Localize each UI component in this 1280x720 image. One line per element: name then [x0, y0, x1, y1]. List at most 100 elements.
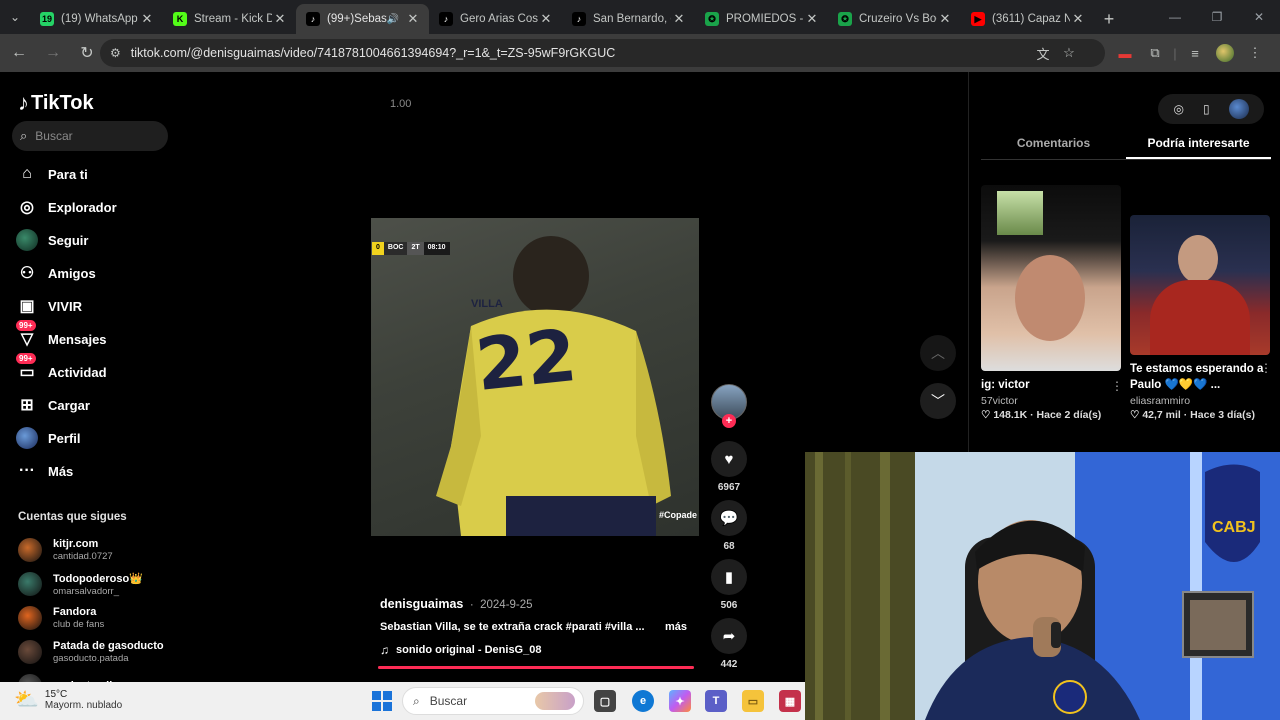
following-account[interactable]: Fandora club de fans — [18, 603, 104, 633]
author-username[interactable]: denisguaimas — [380, 597, 463, 611]
extension-red-icon[interactable]: ▬ — [1110, 38, 1140, 68]
next-video-arrow-icon[interactable]: ﹀ — [920, 383, 956, 419]
translate-icon[interactable]: 文 — [1030, 39, 1056, 67]
following-account[interactable]: kitjr.com cantidad.0727 — [18, 535, 113, 565]
scorebug: 0 BOC 2T 08:10 — [372, 242, 450, 255]
card-more-icon[interactable]: ⋮ — [1260, 361, 1272, 375]
search-input[interactable]: ⌕ Buscar — [12, 121, 168, 151]
sidebar-item-activity[interactable]: ▭ 99+ Actividad — [16, 353, 107, 384]
close-tab-icon[interactable]: ✕ — [272, 11, 288, 27]
browser-tab[interactable]: ✪ PROMIEDOS - Fu✕ — [695, 4, 828, 34]
like-action[interactable]: ♥ 6967 — [711, 441, 747, 493]
sidebar-item-messages[interactable]: ▽ 99+ Mensajes — [16, 320, 107, 351]
promiedos-icon: ✪ — [838, 12, 852, 26]
card-author[interactable]: 57victor — [981, 395, 1121, 407]
site-info-icon[interactable]: ⚙ — [110, 46, 121, 60]
browser-tab[interactable]: K Stream - Kick Da✕ — [163, 4, 296, 34]
following-account[interactable]: Patada de gasoducto gasoducto.patada — [18, 637, 164, 667]
right-top-icons: ◎ ▯ — [1158, 94, 1264, 124]
playback-speed[interactable]: 1.00 — [390, 98, 411, 110]
whatsapp-icon: 19 — [40, 12, 54, 26]
close-tab-icon[interactable]: ✕ — [1070, 11, 1086, 27]
share-action[interactable]: ➦ 442 — [711, 618, 747, 670]
user-avatar[interactable] — [1228, 99, 1249, 119]
close-window-icon[interactable]: ✕ — [1238, 0, 1280, 34]
close-tab-icon[interactable]: ✕ — [139, 11, 155, 27]
post-date: 2024-9-25 — [480, 599, 533, 611]
share-icon[interactable]: ➦ — [711, 618, 747, 654]
media-control-icon[interactable]: ≡ — [1180, 38, 1210, 68]
recommended-card[interactable]: Te estamos esperando a Paulo 💙💛💙 ... ⋮ e… — [1130, 215, 1272, 421]
heart-icon[interactable]: ♥ — [711, 441, 747, 477]
tab-podria-interesarte[interactable]: Podría interesarte — [1126, 132, 1271, 159]
previous-video-arrow-icon[interactable]: ︿ — [920, 335, 956, 371]
new-tab-button[interactable]: + — [1094, 4, 1124, 34]
tiktok-logo[interactable]: ♪ TikTok — [18, 90, 94, 116]
follow-plus-icon[interactable]: + — [722, 414, 736, 428]
browser-menu-icon[interactable]: ⋮ — [1240, 38, 1270, 68]
sidebar-item-more[interactable]: ··· Más — [16, 459, 73, 483]
taskbar-search-input[interactable]: ⌕ Buscar — [402, 687, 584, 715]
browser-tab[interactable]: ▶ (3611) Capaz Ne✕ — [961, 4, 1094, 34]
tab-comentarios[interactable]: Comentarios — [981, 132, 1126, 159]
close-tab-icon[interactable]: ✕ — [538, 11, 554, 27]
close-tab-icon[interactable]: ✕ — [804, 11, 820, 27]
sidebar-item-following-avatar[interactable]: Seguir — [16, 228, 88, 252]
youtube-icon: ▶ — [971, 12, 985, 26]
bookmark-icon[interactable]: ▮ — [711, 559, 747, 595]
weather-widget[interactable]: ⛅ 15°C Mayorm. nublado — [14, 687, 122, 712]
account-name: Fandora — [53, 606, 97, 618]
browser-tab[interactable]: ✪ Cruzeiro Vs Boca✕ — [828, 4, 961, 34]
comment-icon[interactable]: 💬 — [711, 500, 747, 536]
close-tab-icon[interactable]: ✕ — [405, 11, 421, 27]
minimize-icon[interactable]: — — [1154, 0, 1196, 34]
tab-audio-icon[interactable]: 🔊 — [387, 14, 399, 25]
back-icon[interactable]: ← — [4, 38, 34, 68]
close-tab-icon[interactable]: ✕ — [671, 11, 687, 27]
card-more-icon[interactable]: ⋮ — [1111, 379, 1123, 393]
see-more-link[interactable]: más — [665, 621, 687, 633]
sidebar-item-friends[interactable]: ⚇ Amigos — [16, 261, 96, 285]
browser-tab[interactable]: ♪ San Bernardo, el ✕ — [562, 4, 695, 34]
compass-icon[interactable]: ◎ — [1173, 102, 1183, 116]
maximize-icon[interactable]: ❐ — [1196, 0, 1238, 34]
sound-link[interactable]: ♫ sonido original - DenisG_08 — [380, 643, 541, 657]
tab-search-dropdown-icon[interactable]: ⌄ — [0, 0, 30, 34]
copilot-icon[interactable]: ✦ — [669, 690, 691, 712]
recommended-thumbnail[interactable] — [1130, 215, 1270, 355]
save-action[interactable]: ▮ 506 — [711, 559, 747, 611]
reload-icon[interactable]: ↻ — [72, 38, 102, 68]
browser-tab[interactable]: 19 (19) WhatsApp ✕ — [30, 4, 163, 34]
windows-start-icon[interactable] — [372, 691, 392, 711]
recommended-thumbnail[interactable] — [981, 185, 1121, 371]
address-bar[interactable]: ⚙ tiktok.com/@denisguaimas/video/7418781… — [100, 39, 1105, 67]
forward-icon[interactable]: → — [38, 38, 68, 68]
sidebar-item-live[interactable]: ▣ VIVIR — [16, 294, 82, 318]
edge-browser-icon[interactable]: e — [632, 690, 654, 712]
browser-tab[interactable]: ♪ Gero Arias Costa✕ — [429, 4, 562, 34]
browser-tab[interactable]: ♪ (99+)Sebasti 🔊 ✕ — [296, 4, 429, 34]
comment-action[interactable]: 💬 68 — [711, 500, 747, 552]
file-explorer-icon[interactable]: ▭ — [742, 690, 764, 712]
sidebar-item-compass[interactable]: ◎ Explorador — [16, 195, 117, 219]
sidebar-item-upload[interactable]: ⊞ Cargar — [16, 393, 90, 417]
video-player[interactable]: VILLA 22 0 BOC 2T 08:10 #Copade — [371, 218, 699, 536]
close-tab-icon[interactable]: ✕ — [937, 11, 953, 27]
recommended-card[interactable]: ig: victor ⋮ 57victor ♡ 148.1K · Hace 2 … — [981, 185, 1123, 421]
sidebar-item-profile-avatar[interactable]: Perfil — [16, 426, 81, 450]
task-view-icon[interactable]: ▢ — [594, 690, 616, 712]
like-count: 6967 — [717, 482, 741, 493]
bookmark-star-icon[interactable]: ☆ — [1056, 39, 1082, 67]
tiktok-icon: ♪ — [439, 12, 453, 26]
video-progress-bar[interactable] — [378, 666, 694, 669]
app-icon[interactable]: ▦ — [779, 690, 801, 712]
following-header: Cuentas que sigues — [18, 511, 127, 523]
home-icon: ⌂ — [22, 165, 32, 182]
following-account[interactable]: Todopoderoso👑 omarsalvadorr_ — [18, 569, 143, 599]
sidebar-item-home[interactable]: ⌂ Para ti — [16, 162, 88, 186]
phone-icon[interactable]: ▯ — [1203, 102, 1210, 116]
teams-icon[interactable]: T — [705, 690, 727, 712]
profile-avatar-icon[interactable] — [1210, 38, 1240, 68]
extensions-icon[interactable]: ⧉ — [1140, 38, 1170, 68]
card-author[interactable]: eliasrammiro — [1130, 395, 1270, 407]
